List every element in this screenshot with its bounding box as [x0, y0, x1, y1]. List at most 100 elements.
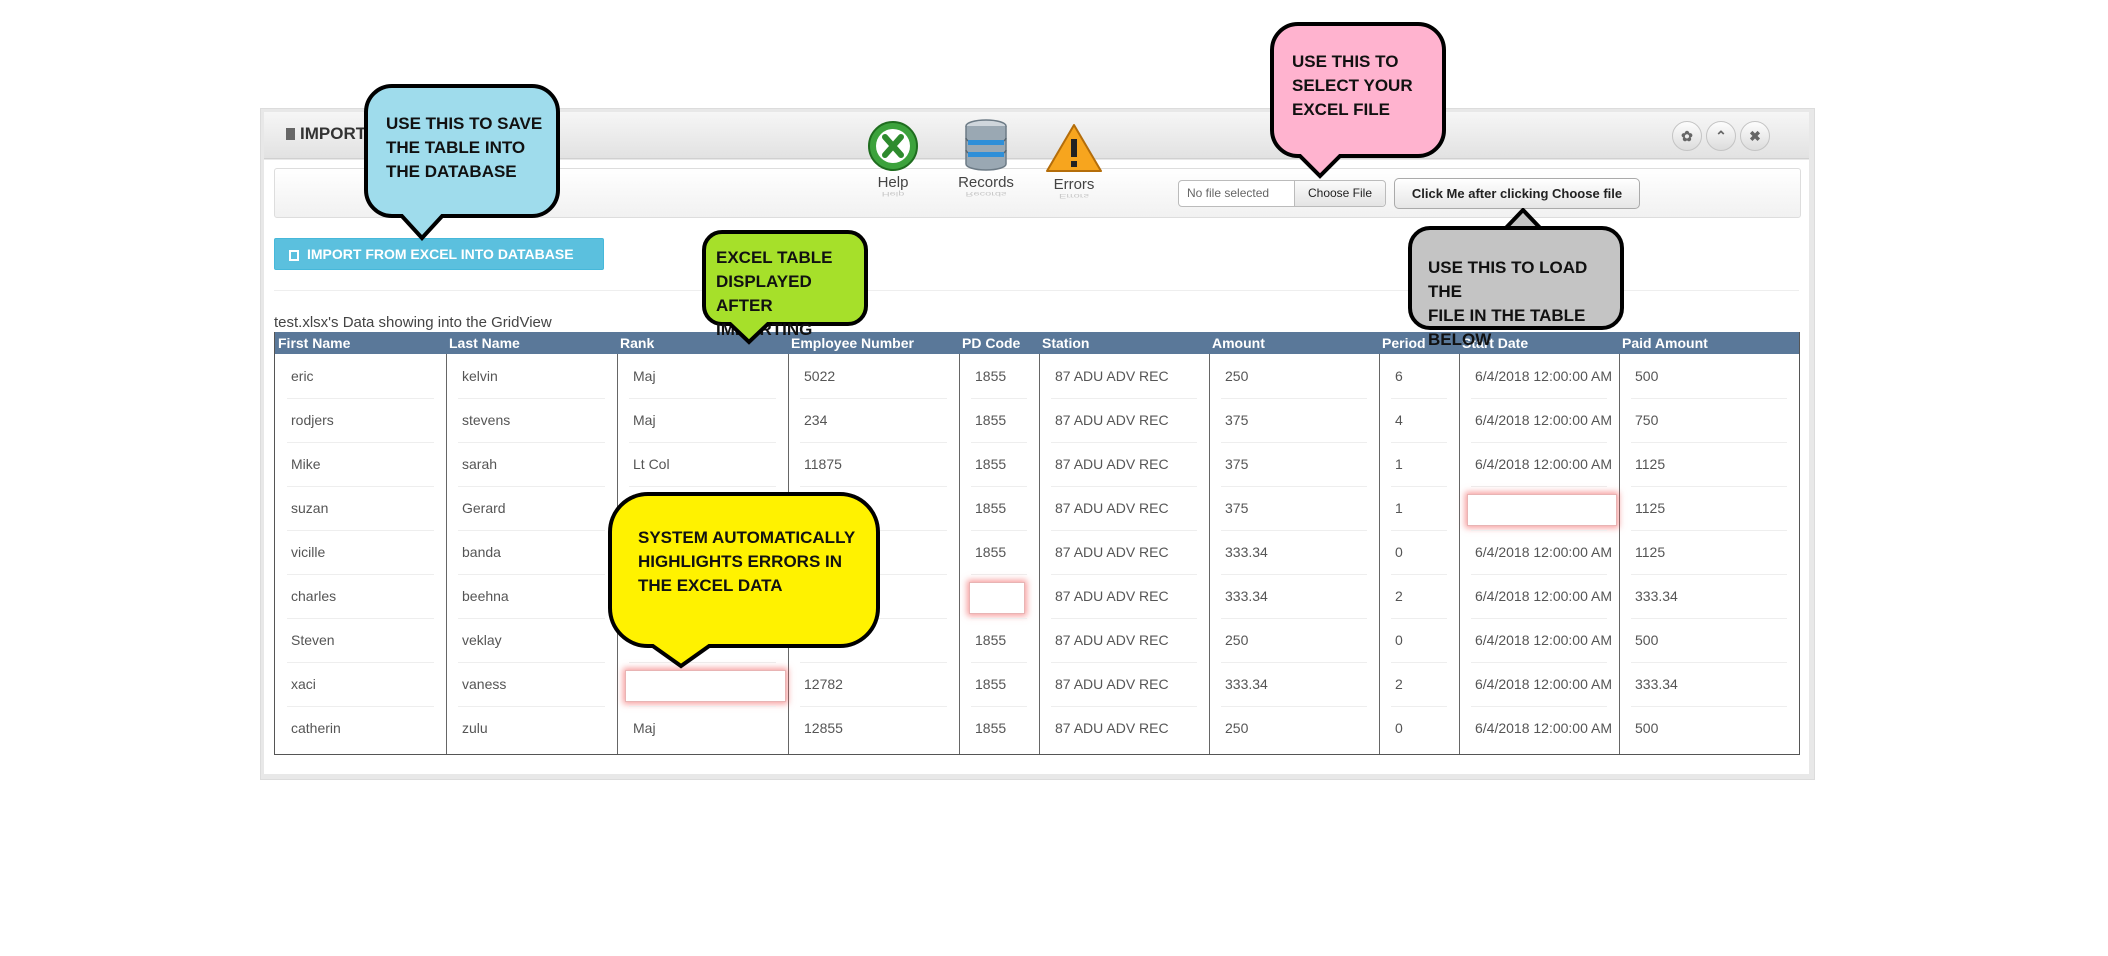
file-input[interactable]: No file selected Choose File: [1178, 180, 1386, 207]
row-separator: [1471, 398, 1607, 399]
table-cell: 1: [1395, 500, 1403, 516]
row-separator: [1391, 486, 1447, 487]
row-separator: [971, 618, 1027, 619]
row-separator: [629, 442, 776, 443]
table-cell: 1125: [1635, 456, 1666, 472]
table-cell: 4: [1395, 412, 1403, 428]
close-icon[interactable]: ✖: [1740, 121, 1770, 151]
table-cell: 6/4/2018 12:00:00 AM: [1475, 632, 1612, 648]
callout-errors-pointer: [648, 644, 714, 669]
row-separator: [1631, 398, 1787, 399]
table-cell: 6/4/2018 12:00:00 AM: [1475, 676, 1612, 692]
row-separator: [1631, 618, 1787, 619]
row-separator: [1471, 574, 1607, 575]
row-separator: [1471, 442, 1607, 443]
table-cell: 1855: [975, 368, 1007, 384]
panel-title: IMPORT: [286, 124, 366, 144]
error-highlight-cell[interactable]: [1467, 494, 1617, 526]
table-cell: 375: [1225, 412, 1249, 428]
row-separator: [287, 442, 434, 443]
row-separator: [629, 706, 776, 707]
table-cell: 6: [1395, 368, 1403, 384]
table-cell: veklay: [462, 632, 502, 648]
table-cell: 87 ADU ADV REC: [1055, 500, 1169, 516]
errors-label: Errors: [1053, 176, 1095, 193]
table-cell: 375: [1225, 500, 1249, 516]
table-cell: 1855: [975, 412, 1007, 428]
column-header[interactable]: Rank: [620, 335, 654, 351]
table-cell: 2: [1395, 588, 1403, 604]
records-label: Records: [958, 174, 1014, 191]
row-separator: [1631, 662, 1787, 663]
row-separator: [287, 530, 434, 531]
errors-button[interactable]: Errors Errors: [1042, 122, 1106, 202]
load-file-button[interactable]: Click Me after clicking Choose file: [1394, 178, 1640, 209]
row-separator: [1471, 662, 1607, 663]
records-button[interactable]: Records Records: [948, 118, 1024, 200]
table-cell: 12855: [804, 720, 843, 736]
row-separator: [971, 574, 1027, 575]
row-separator: [800, 706, 947, 707]
row-separator: [800, 486, 947, 487]
table-cell: rodjers: [291, 412, 334, 428]
row-separator: [1471, 618, 1607, 619]
row-separator: [971, 442, 1027, 443]
row-separator: [287, 618, 434, 619]
document-icon: [286, 128, 295, 140]
row-separator: [800, 398, 947, 399]
table-cell: 1: [1395, 456, 1403, 472]
table-cell: 234: [804, 412, 828, 428]
row-separator: [1221, 398, 1367, 399]
row-separator: [1391, 706, 1447, 707]
table-cell: 6/4/2018 12:00:00 AM: [1475, 720, 1612, 736]
row-separator: [1221, 662, 1367, 663]
import-into-database-button[interactable]: IMPORT FROM EXCEL INTO DATABASE: [274, 238, 604, 270]
error-highlight-cell[interactable]: [969, 582, 1025, 614]
table-cell: 333.34: [1225, 676, 1268, 692]
row-separator: [1631, 486, 1787, 487]
row-separator: [1051, 486, 1197, 487]
column-header[interactable]: Last Name: [449, 335, 520, 351]
choose-file-button[interactable]: Choose File: [1294, 181, 1385, 206]
table-cell: Maj: [633, 368, 656, 384]
table-cell: 375: [1225, 456, 1249, 472]
column-header[interactable]: Period: [1382, 335, 1426, 351]
table-cell: stevens: [462, 412, 511, 428]
column-header[interactable]: Amount: [1212, 335, 1265, 351]
row-separator: [458, 618, 605, 619]
table-cell: 87 ADU ADV REC: [1055, 588, 1169, 604]
table-cell: 6/4/2018 12:00:00 AM: [1475, 544, 1612, 560]
table-cell: 500: [1635, 720, 1659, 736]
table-cell: 250: [1225, 720, 1249, 736]
gear-icon[interactable]: ✿: [1672, 121, 1702, 151]
save-icon: [289, 250, 299, 261]
column-header[interactable]: Paid Amount: [1622, 335, 1708, 351]
column-divider: [1209, 354, 1210, 754]
column-header[interactable]: First Name: [278, 335, 350, 351]
table-cell: 1855: [975, 632, 1007, 648]
column-divider: [1379, 354, 1380, 754]
row-separator: [287, 574, 434, 575]
row-separator: [458, 398, 605, 399]
row-separator: [458, 530, 605, 531]
column-header[interactable]: PD Code: [962, 335, 1020, 351]
row-separator: [1051, 442, 1197, 443]
file-name-text: No file selected: [1187, 186, 1270, 200]
row-separator: [1391, 574, 1447, 575]
row-separator: [1631, 574, 1787, 575]
row-separator: [1051, 574, 1197, 575]
table-cell: 87 ADU ADV REC: [1055, 412, 1169, 428]
row-separator: [1631, 530, 1787, 531]
row-separator: [1221, 442, 1367, 443]
table-cell: 87 ADU ADV REC: [1055, 544, 1169, 560]
table-cell: 750: [1635, 412, 1659, 428]
row-separator: [971, 530, 1027, 531]
table-cell: 0: [1395, 544, 1403, 560]
help-button[interactable]: Help Help: [862, 120, 924, 200]
error-highlight-cell[interactable]: [625, 670, 786, 702]
chevron-up-icon[interactable]: ⌃: [1706, 121, 1736, 151]
row-separator: [1391, 398, 1447, 399]
panel-title-text: IMPORT: [300, 124, 367, 143]
warning-icon: [1046, 124, 1102, 172]
column-header[interactable]: Station: [1042, 335, 1089, 351]
